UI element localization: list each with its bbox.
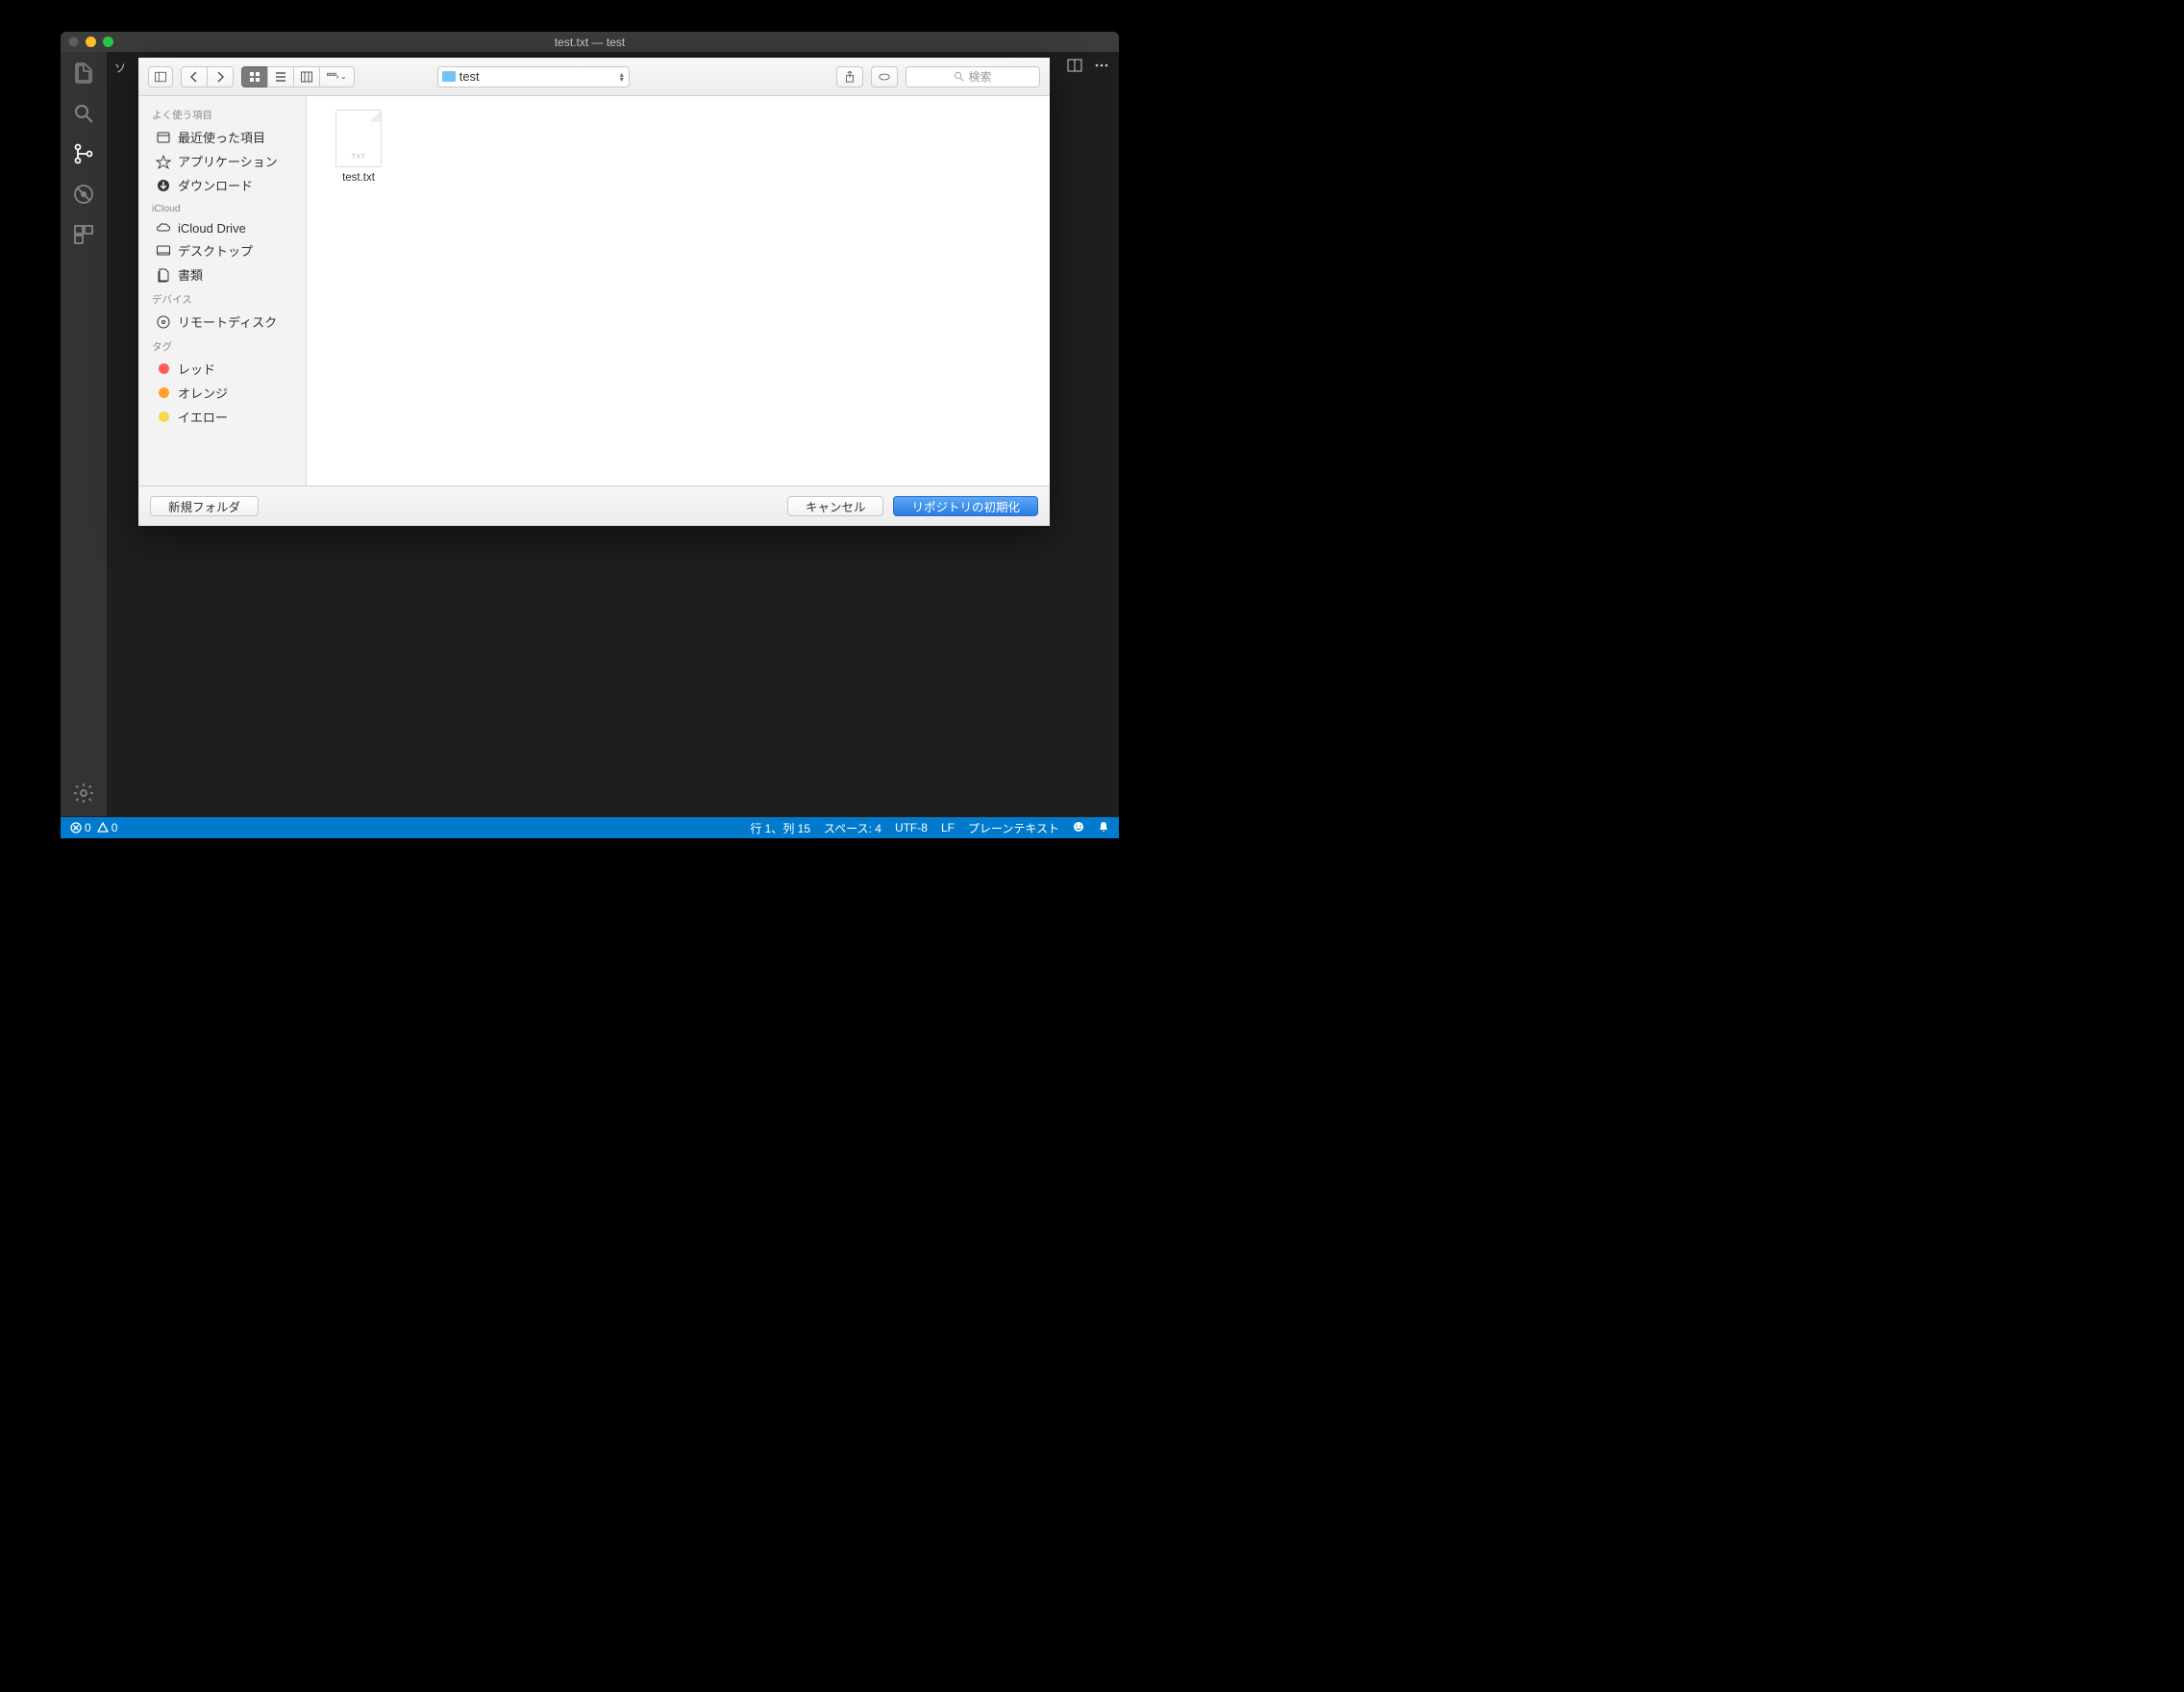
folder-icon bbox=[442, 71, 456, 82]
share-button[interactable] bbox=[836, 66, 863, 87]
traffic-lights bbox=[68, 37, 113, 47]
txt-file-icon bbox=[335, 110, 382, 167]
split-editor-icon[interactable] bbox=[1067, 58, 1082, 78]
explorer-icon[interactable] bbox=[70, 60, 97, 87]
back-button[interactable] bbox=[181, 66, 207, 87]
close-window-button[interactable] bbox=[68, 37, 79, 47]
tag-dot-icon bbox=[159, 387, 169, 398]
titlebar[interactable]: test.txt — test bbox=[61, 32, 1119, 52]
status-warnings[interactable]: 0 bbox=[97, 821, 118, 834]
sidebar-tag-yellow[interactable]: イエロー bbox=[138, 405, 306, 429]
bell-icon[interactable] bbox=[1098, 821, 1109, 835]
sidebar-tag-red[interactable]: レッド bbox=[138, 357, 306, 381]
tags-button[interactable] bbox=[871, 66, 898, 87]
status-encoding[interactable]: UTF-8 bbox=[895, 821, 928, 834]
dialog-footer: 新規フォルダ キャンセル リポジトリの初期化 bbox=[138, 485, 1050, 526]
devices-header: デバイス bbox=[138, 286, 306, 310]
path-label: test bbox=[459, 69, 480, 84]
view-buttons: ⌄ bbox=[241, 66, 355, 87]
sidebar-item-icloud-drive[interactable]: iCloud Drive bbox=[138, 217, 306, 238]
minimize-window-button[interactable] bbox=[86, 37, 96, 47]
tags-header: タグ bbox=[138, 334, 306, 357]
extensions-icon[interactable] bbox=[70, 221, 97, 248]
dialog-toolbar: ⌄ test ▴▾ 検索 bbox=[138, 58, 1050, 96]
window-title: test.txt — test bbox=[555, 36, 625, 49]
search-placeholder: 検索 bbox=[968, 68, 991, 85]
status-position[interactable]: 行 1、列 15 bbox=[750, 820, 810, 836]
file-label: test.txt bbox=[342, 172, 375, 184]
sidebar-item-desktop[interactable]: デスクトップ bbox=[138, 238, 306, 262]
search-icon[interactable] bbox=[70, 100, 97, 127]
favorites-header: よく使う項目 bbox=[138, 102, 306, 125]
cancel-button[interactable]: キャンセル bbox=[787, 496, 884, 516]
sidebar-item-remote-disc[interactable]: リモートディスク bbox=[138, 310, 306, 334]
settings-gear-icon[interactable] bbox=[70, 780, 97, 807]
maximize-window-button[interactable] bbox=[103, 37, 113, 47]
downloads-icon bbox=[156, 178, 171, 193]
status-eol[interactable]: LF bbox=[941, 821, 955, 834]
finder-sidebar: よく使う項目 最近使った項目 アプリケーション ダウンロード iCloud iC… bbox=[138, 96, 307, 485]
dialog-body: よく使う項目 最近使った項目 アプリケーション ダウンロード iCloud iC… bbox=[138, 96, 1050, 485]
file-dialog: ⌄ test ▴▾ 検索 よく使う項目 最近使った項目 アプリケーション ダウン… bbox=[138, 58, 1050, 526]
column-view-button[interactable] bbox=[293, 66, 319, 87]
finder-content[interactable]: test.txt bbox=[307, 96, 1050, 485]
search-field[interactable]: 検索 bbox=[906, 66, 1040, 87]
debug-icon[interactable] bbox=[70, 181, 97, 208]
file-item[interactable]: test.txt bbox=[320, 110, 397, 184]
cloud-icon bbox=[156, 220, 171, 236]
confirm-button[interactable]: リポジトリの初期化 bbox=[893, 496, 1038, 516]
forward-button[interactable] bbox=[207, 66, 234, 87]
status-bar: 0 0 行 1、列 15 スペース: 4 UTF-8 LF プレーンテキスト bbox=[61, 817, 1119, 838]
more-icon[interactable] bbox=[1094, 58, 1109, 78]
icon-view-button[interactable] bbox=[241, 66, 267, 87]
applications-icon bbox=[156, 154, 171, 169]
feedback-icon[interactable] bbox=[1073, 821, 1084, 835]
desktop-icon bbox=[156, 243, 171, 259]
status-errors[interactable]: 0 bbox=[70, 821, 91, 834]
sidebar-toggle-button[interactable] bbox=[148, 66, 173, 87]
sidebar-item-applications[interactable]: アプリケーション bbox=[138, 149, 306, 173]
nav-buttons bbox=[181, 66, 234, 87]
updown-icon: ▴▾ bbox=[620, 72, 624, 82]
side-panel-text: ソ bbox=[114, 60, 126, 76]
sidebar-item-downloads[interactable]: ダウンロード bbox=[138, 173, 306, 197]
sidebar-tag-orange[interactable]: オレンジ bbox=[138, 381, 306, 405]
sidebar-item-recents[interactable]: 最近使った項目 bbox=[138, 125, 306, 149]
gallery-view-button[interactable]: ⌄ bbox=[319, 66, 355, 87]
recents-icon bbox=[156, 130, 171, 145]
list-view-button[interactable] bbox=[267, 66, 293, 87]
source-control-icon[interactable] bbox=[70, 140, 97, 167]
status-language[interactable]: プレーンテキスト bbox=[968, 820, 1059, 836]
tag-dot-icon bbox=[159, 411, 169, 422]
activity-bar bbox=[61, 52, 107, 816]
tag-dot-icon bbox=[159, 363, 169, 374]
path-selector[interactable]: test ▴▾ bbox=[437, 66, 630, 87]
status-spaces[interactable]: スペース: 4 bbox=[824, 820, 881, 836]
sidebar-item-documents[interactable]: 書類 bbox=[138, 262, 306, 286]
icloud-header: iCloud bbox=[138, 197, 306, 217]
disc-icon bbox=[156, 314, 171, 330]
editor-actions bbox=[1067, 58, 1109, 78]
new-folder-button[interactable]: 新規フォルダ bbox=[150, 496, 259, 516]
documents-icon bbox=[156, 267, 171, 283]
